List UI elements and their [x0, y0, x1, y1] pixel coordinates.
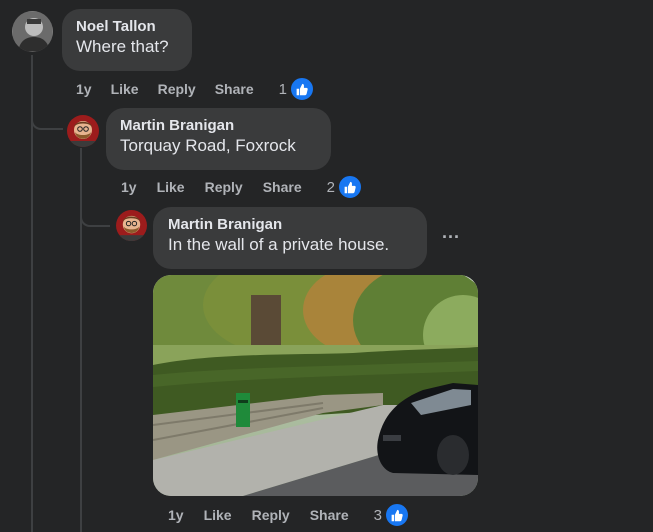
cartoon-bearded-man-icon [67, 115, 99, 147]
like-button[interactable]: Like [111, 81, 139, 97]
comment-bubble-1: Noel Tallon Where that? [62, 9, 192, 71]
comment-author[interactable]: Noel Tallon [76, 17, 180, 36]
thumbs-up-icon [288, 76, 315, 102]
like-button[interactable]: Like [204, 507, 232, 523]
reply-button[interactable]: Reply [252, 507, 290, 523]
reaction-summary[interactable]: 1 [279, 76, 315, 102]
reaction-summary[interactable]: 2 [327, 174, 363, 200]
grayscale-portrait-icon [12, 11, 53, 52]
more-options-button[interactable]: ... [442, 222, 460, 243]
comment-timestamp[interactable]: 1y [121, 179, 137, 195]
comment-actions-2: 1y Like Reply Share 2 [121, 174, 363, 200]
cartoon-bearded-man-icon [116, 210, 147, 241]
comment-photo-attachment[interactable] [153, 275, 478, 496]
reaction-count: 3 [373, 506, 382, 524]
avatar-noel-tallon[interactable] [12, 11, 53, 52]
reaction-count: 2 [326, 178, 335, 196]
comment-author[interactable]: Martin Branigan [168, 215, 415, 234]
comment-author[interactable]: Martin Branigan [120, 116, 319, 135]
share-button[interactable]: Share [215, 81, 254, 97]
thumbs-up-icon [383, 502, 410, 528]
thumbs-up-icon [336, 174, 363, 200]
thread-connector-1 [31, 108, 63, 130]
comment-text: Torquay Road, Foxrock [120, 136, 296, 155]
comment-text: In the wall of a private house. [168, 235, 390, 254]
comment-bubble-2: Martin Branigan Torquay Road, Foxrock [106, 108, 331, 170]
comment-actions-3: 1y Like Reply Share 3 [168, 502, 410, 528]
avatar-martin-branigan[interactable] [67, 115, 99, 147]
comment-text: Where that? [76, 37, 169, 56]
reaction-count: 1 [278, 80, 287, 98]
share-button[interactable]: Share [263, 179, 302, 195]
thread-connector-2 [80, 205, 110, 227]
avatar-martin-branigan[interactable] [116, 210, 147, 241]
comment-bubble-3: Martin Branigan In the wall of a private… [153, 207, 427, 269]
reply-button[interactable]: Reply [205, 179, 243, 195]
comment-timestamp[interactable]: 1y [168, 507, 184, 523]
like-button[interactable]: Like [157, 179, 185, 195]
reaction-summary[interactable]: 3 [374, 502, 410, 528]
comment-actions-1: 1y Like Reply Share 1 [76, 76, 315, 102]
street-photo-image [153, 275, 478, 496]
comment-thread: Noel Tallon Where that? 1y Like Reply Sh… [0, 0, 653, 532]
reply-button[interactable]: Reply [158, 81, 196, 97]
share-button[interactable]: Share [310, 507, 349, 523]
comment-timestamp[interactable]: 1y [76, 81, 92, 97]
